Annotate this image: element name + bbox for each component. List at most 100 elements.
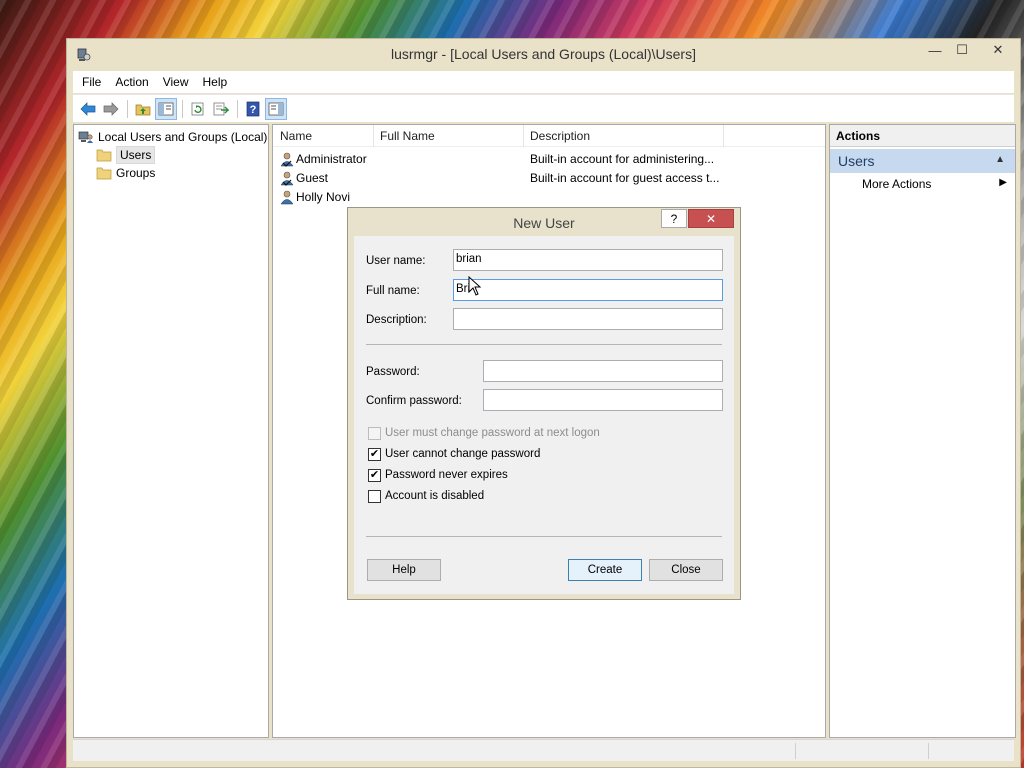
help-button[interactable]: ?	[242, 98, 264, 120]
menu-bar: File Action View Help	[73, 71, 1014, 93]
show-hide-console-tree-icon	[158, 102, 174, 115]
more-actions-item[interactable]: More Actions	[862, 177, 931, 191]
menu-file[interactable]: File	[82, 75, 101, 89]
help-button[interactable]: Help	[367, 559, 441, 581]
new-user-dialog: New User ? ✕ User name: brian Full name:…	[347, 207, 741, 600]
status-divider	[928, 743, 929, 759]
password-input[interactable]	[483, 360, 723, 382]
show-hide-action-pane-icon	[268, 102, 284, 115]
username-label: User name:	[366, 255, 426, 267]
tree-item-users[interactable]: Users	[96, 146, 156, 164]
status-bar	[73, 739, 1014, 761]
status-divider	[795, 743, 796, 759]
username-input[interactable]: brian	[453, 249, 723, 271]
export-list-button[interactable]	[210, 98, 232, 120]
column-header-name[interactable]: Name	[280, 129, 312, 143]
checkbox-label: Password never expires	[385, 469, 508, 481]
window-title: lusrmgr - [Local Users and Groups (Local…	[391, 46, 696, 62]
tree-item-groups[interactable]: Groups	[96, 164, 155, 182]
row-description: Built-in account for administering...	[530, 152, 715, 166]
toolbar-separator	[182, 99, 183, 118]
table-row[interactable]: Administrator Built-in account for admin…	[273, 150, 825, 169]
checkbox-checked[interactable]: ✔	[368, 468, 381, 482]
list-header: Name Full Name Description	[273, 125, 825, 147]
divider	[366, 344, 722, 345]
checkbox-unchecked[interactable]	[368, 489, 381, 503]
back-button[interactable]	[77, 98, 99, 120]
actions-header: Actions	[830, 125, 1015, 147]
description-label: Description:	[366, 314, 427, 326]
column-separator[interactable]	[523, 125, 524, 147]
folder-icon	[96, 167, 112, 180]
back-arrow-icon	[80, 101, 96, 116]
table-row[interactable]: Guest Built-in account for guest access …	[273, 169, 825, 188]
checkbox-label: User cannot change password	[385, 448, 541, 460]
svg-text:?: ?	[250, 104, 257, 116]
user-icon	[280, 171, 294, 186]
row-name: Administrator	[296, 152, 367, 166]
confirm-password-label: Confirm password:	[366, 395, 462, 407]
table-row[interactable]: Holly Novi	[273, 188, 825, 207]
checkbox-password-never-expires[interactable]: ✔ Password never expires	[368, 467, 508, 483]
checkbox-checked[interactable]: ✔	[368, 447, 381, 461]
maximize-button[interactable]: ☐	[946, 39, 978, 61]
actions-group-label: Users	[838, 153, 875, 169]
forward-button[interactable]	[100, 98, 122, 120]
close-window-button[interactable]: ✕	[975, 39, 1021, 61]
divider	[366, 536, 722, 537]
refresh-icon	[191, 102, 204, 115]
menu-action[interactable]: Action	[115, 75, 148, 89]
forward-arrow-icon	[103, 101, 119, 116]
show-hide-action-pane-button[interactable]	[265, 97, 287, 120]
checkbox-cannot-change-password[interactable]: ✔ User cannot change password	[368, 446, 540, 462]
show-hide-console-tree-button[interactable]	[155, 97, 177, 120]
checkbox-account-disabled[interactable]: Account is disabled	[368, 488, 484, 504]
menu-view[interactable]: View	[163, 75, 189, 89]
dialog-close-icon[interactable]: ✕	[688, 209, 734, 228]
user-icon	[280, 152, 294, 167]
menu-help[interactable]: Help	[203, 75, 228, 89]
toolbar-separator	[237, 99, 238, 118]
column-header-description[interactable]: Description	[530, 129, 590, 143]
tree-users-label: Users	[116, 146, 156, 164]
up-folder-icon	[135, 104, 151, 115]
row-name: Holly Novi	[296, 190, 351, 204]
checkbox-label: User must change password at next logon	[385, 427, 600, 439]
password-label: Password:	[366, 366, 420, 378]
folder-icon	[96, 149, 112, 162]
column-separator[interactable]	[373, 125, 374, 147]
description-input[interactable]	[453, 308, 723, 330]
console-tree: Local Users and Groups (Local) Users Gro…	[73, 124, 269, 738]
actions-pane: Actions Users ▲ More Actions ▶	[829, 124, 1016, 738]
dialog-body: User name: brian Full name: Bri Descript…	[354, 236, 734, 594]
confirm-password-input[interactable]	[483, 389, 723, 411]
actions-group-users[interactable]: Users ▲	[830, 149, 1015, 173]
fullname-input[interactable]: Bri	[453, 279, 723, 301]
column-separator[interactable]	[723, 125, 724, 147]
checkbox-label: Account is disabled	[385, 490, 485, 502]
toolbar: ?	[73, 94, 1014, 122]
row-description: Built-in account for guest access t...	[530, 171, 720, 185]
checkbox-box	[368, 426, 381, 440]
submenu-arrow-icon: ▶	[999, 177, 1007, 188]
mouse-cursor-icon	[468, 276, 482, 296]
refresh-button[interactable]	[187, 98, 209, 120]
checkbox-must-change-password: User must change password at next logon	[368, 425, 600, 441]
close-button[interactable]: Close	[649, 559, 723, 581]
create-button[interactable]: Create	[568, 559, 642, 581]
title-bar[interactable]: lusrmgr - [Local Users and Groups (Local…	[67, 39, 1020, 71]
up-one-level-button[interactable]	[132, 98, 154, 120]
computer-users-icon	[78, 131, 93, 143]
help-icon: ?	[246, 101, 260, 116]
dialog-help-icon[interactable]: ?	[661, 209, 687, 228]
tree-item-root[interactable]: Local Users and Groups (Local)	[78, 128, 267, 146]
row-name: Guest	[296, 171, 329, 185]
collapse-arrow-icon[interactable]: ▲	[995, 154, 1005, 165]
export-list-icon	[213, 102, 229, 115]
fullname-label: Full name:	[366, 285, 420, 297]
column-header-full-name[interactable]: Full Name	[380, 129, 435, 143]
tree-groups-label: Groups	[116, 166, 156, 180]
tree-root-label: Local Users and Groups (Local)	[98, 130, 268, 144]
user-icon	[280, 190, 294, 205]
toolbar-separator	[127, 99, 128, 118]
